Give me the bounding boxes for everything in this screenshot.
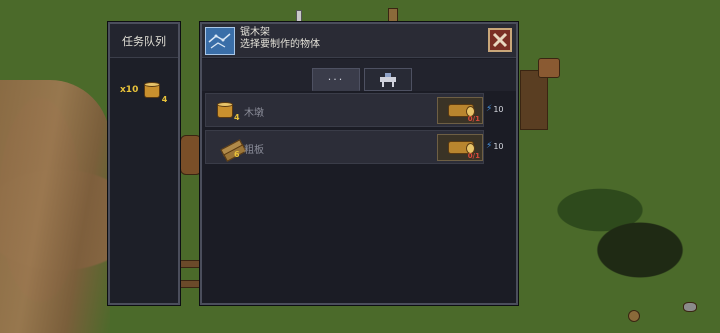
resource-count: 0/1 bbox=[467, 152, 480, 160]
lightning-icon: ⚡ bbox=[486, 141, 493, 151]
stone bbox=[683, 302, 697, 312]
recipe-quantity: 4 bbox=[234, 113, 240, 122]
crafting-window: 锯木架 选择要制作的物体 ··· 4 木墩 0/1 ⚡ 10 6 粗板 0/1 … bbox=[200, 22, 518, 305]
recipe-name: 粗板 bbox=[244, 145, 264, 156]
crafting-title: 锯木架 bbox=[240, 27, 270, 38]
energy-cost: ⚡ 10 bbox=[486, 141, 504, 151]
wooden-crate bbox=[520, 70, 548, 130]
stump bbox=[388, 8, 398, 22]
log-stump-icon bbox=[215, 100, 235, 120]
resource-count: 0/1 bbox=[467, 115, 480, 123]
dots-icon: ··· bbox=[327, 73, 345, 86]
recipe-quantity: 6 bbox=[234, 150, 240, 159]
energy-cost: ⚡ 10 bbox=[486, 104, 504, 114]
task-queue-panel: 任务队列 x10 4 bbox=[108, 22, 180, 305]
queue-item-multiplier: x10 bbox=[120, 85, 139, 95]
category-tabs: ··· bbox=[202, 59, 516, 91]
blueprint-icon bbox=[205, 27, 235, 55]
fence-post bbox=[296, 10, 302, 22]
wooden-fence bbox=[180, 280, 202, 288]
task-queue-title: 任务队列 bbox=[110, 24, 178, 58]
recipe-name: 木墩 bbox=[244, 108, 264, 119]
energy-value: 10 bbox=[493, 104, 504, 114]
roof bbox=[538, 58, 560, 78]
wooden-fence bbox=[180, 260, 202, 268]
close-button[interactable] bbox=[488, 28, 512, 52]
tab-crafting-table[interactable] bbox=[364, 68, 412, 91]
dirt-path bbox=[0, 80, 110, 333]
stump bbox=[628, 310, 640, 322]
queue-item-quantity: 4 bbox=[161, 95, 168, 104]
recipe-row[interactable]: 4 木墩 0/1 bbox=[205, 93, 484, 127]
resource-slot: 0/1 bbox=[437, 134, 483, 161]
tab-all[interactable]: ··· bbox=[312, 68, 360, 91]
log-stump-icon: 4 bbox=[142, 80, 167, 104]
planks-icon bbox=[215, 137, 247, 162]
energy-value: 10 bbox=[493, 141, 504, 151]
lightning-icon: ⚡ bbox=[486, 104, 493, 114]
recipe-row[interactable]: 6 粗板 0/1 bbox=[205, 130, 484, 164]
crafting-header: 锯木架 选择要制作的物体 bbox=[202, 24, 516, 58]
crafting-subtitle: 选择要制作的物体 bbox=[240, 39, 320, 50]
barrel bbox=[180, 135, 202, 175]
crafting-table-icon bbox=[380, 72, 396, 87]
resource-slot: 0/1 bbox=[437, 97, 483, 124]
close-icon bbox=[492, 32, 508, 48]
queue-item[interactable]: x10 4 bbox=[114, 68, 176, 112]
